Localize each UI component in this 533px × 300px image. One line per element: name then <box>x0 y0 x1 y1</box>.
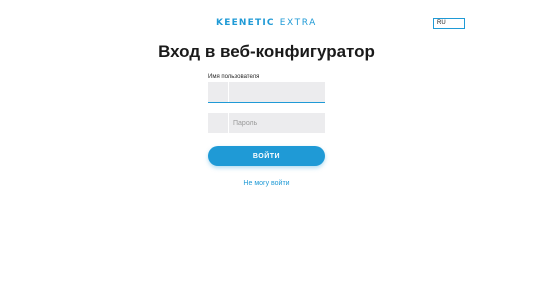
lock-icon <box>208 113 228 133</box>
language-select[interactable]: RU <box>433 18 465 29</box>
page-title: Вход в веб-конфигуратор <box>158 42 375 61</box>
username-field <box>208 82 325 103</box>
username-input[interactable] <box>229 82 325 102</box>
username-label: Имя пользователя <box>208 74 260 80</box>
logo-model: EXTRA <box>279 18 317 28</box>
logo-brand: KEENETIC <box>216 18 275 28</box>
password-field <box>208 113 325 133</box>
user-icon <box>208 82 228 102</box>
login-button[interactable]: ВОЙТИ <box>208 146 325 166</box>
forgot-login-link[interactable]: Не могу войти <box>0 180 533 187</box>
password-input[interactable] <box>229 113 325 133</box>
